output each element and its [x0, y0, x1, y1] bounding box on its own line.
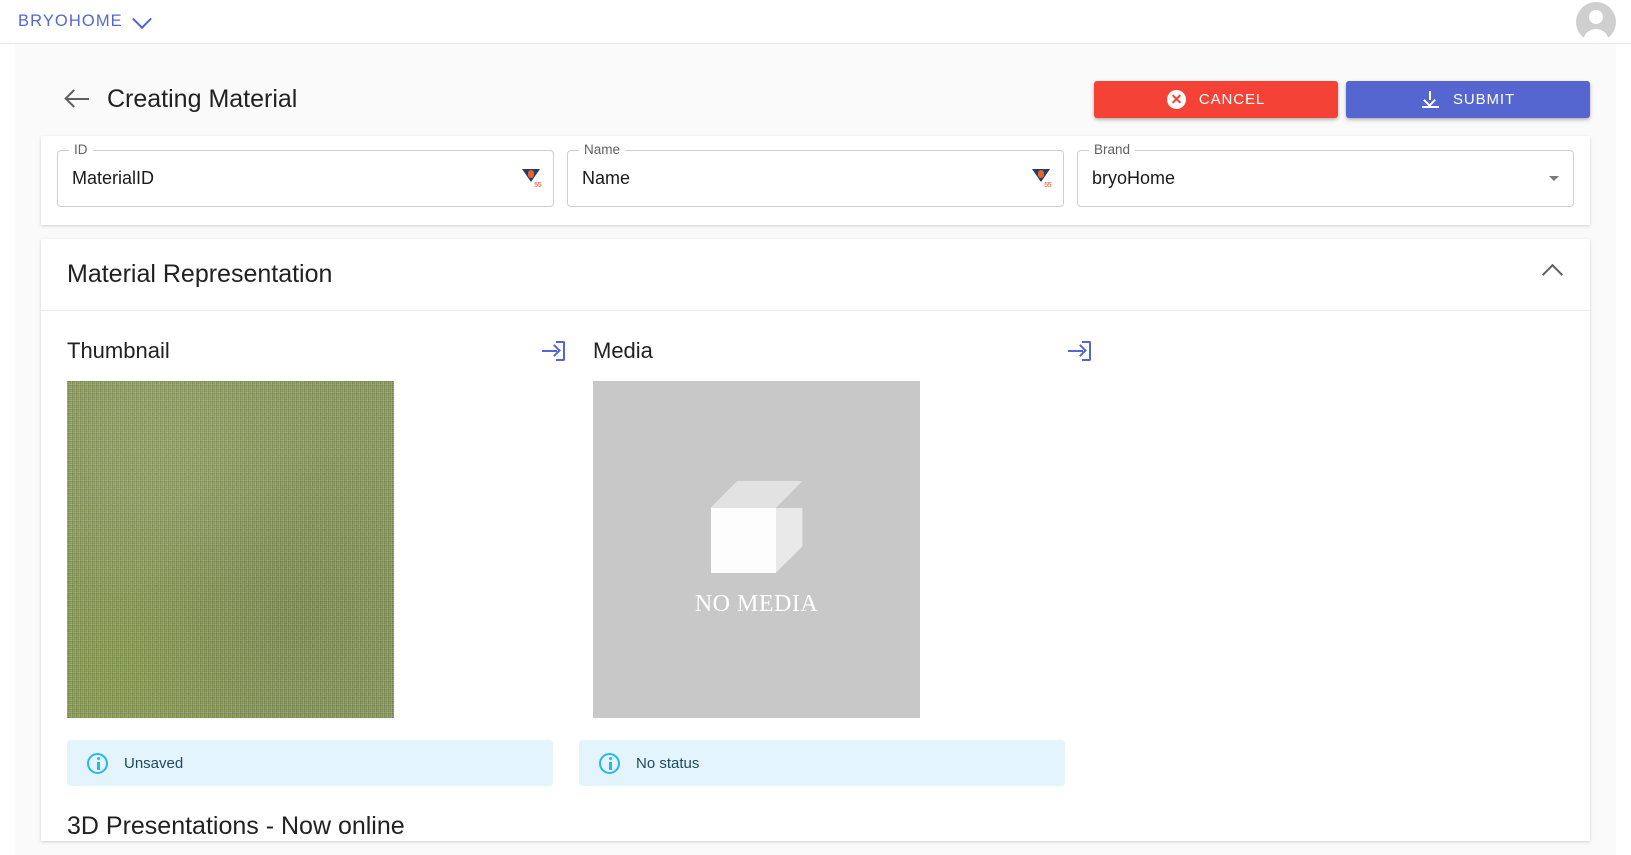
- section-title: Material Representation: [67, 260, 333, 288]
- submit-button[interactable]: SUBMIT: [1346, 80, 1590, 118]
- no-media-label: NO MEDIA: [694, 591, 819, 617]
- import-arrow-icon[interactable]: [1067, 338, 1093, 364]
- locale-flag-badge-number: 55: [534, 182, 541, 189]
- thumbnail-preview[interactable]: [67, 381, 394, 718]
- brand-label: BRYOHOME: [18, 12, 123, 30]
- avatar[interactable]: [1576, 2, 1616, 42]
- name-field-value: Name: [582, 168, 631, 188]
- thumbnail-title: Thumbnail: [67, 338, 170, 363]
- brand-select[interactable]: Brand bryoHome: [1077, 142, 1574, 207]
- cancel-circle-icon: [1166, 89, 1186, 109]
- thumbnail-column: Thumbnail: [67, 331, 567, 718]
- chevron-up-icon[interactable]: [1541, 263, 1564, 286]
- media-preview-placeholder[interactable]: NO MEDIA: [593, 381, 920, 718]
- material-representation-card: Material Representation Thumbnail Media …: [41, 239, 1590, 841]
- info-icon: [87, 752, 108, 774]
- media-status-text: No status: [636, 754, 700, 772]
- media-header: Media: [593, 331, 1093, 371]
- brand-menu-button[interactable]: BRYOHOME: [18, 8, 152, 31]
- status-alerts: Unsaved No status: [67, 740, 1564, 786]
- brand-select-label: Brand: [1089, 142, 1136, 157]
- media-title: Media: [593, 338, 653, 363]
- locale-flag-badge-number: 55: [1044, 182, 1051, 189]
- import-arrow-icon[interactable]: [541, 338, 567, 364]
- locale-flag-badge-icon[interactable]: 55: [522, 169, 541, 189]
- arrow-left-icon[interactable]: [65, 86, 91, 112]
- header-actions: CANCEL SUBMIT: [1094, 80, 1590, 118]
- id-field-value: MaterialID: [72, 168, 155, 188]
- material-representation-body: Thumbnail Media NO MEDIA Unsaved No stat…: [41, 311, 1590, 841]
- page-header: Creating Material CANCEL SUBMIT: [41, 70, 1590, 128]
- avatar-head-icon: [1589, 10, 1603, 24]
- name-field-label: Name: [579, 142, 626, 157]
- material-representation-header[interactable]: Material Representation: [41, 239, 1590, 311]
- material-fields-card: ID MaterialID 55 Name Name 55 Brand bryo…: [41, 136, 1590, 225]
- id-field[interactable]: ID MaterialID 55: [57, 142, 554, 207]
- download-icon: [1421, 90, 1440, 109]
- page-title: Creating Material: [107, 84, 298, 113]
- asset-row: Thumbnail Media NO MEDIA: [67, 331, 1564, 718]
- cancel-button-label: CANCEL: [1198, 90, 1266, 108]
- select-arrow-icon[interactable]: [1549, 176, 1559, 181]
- cancel-button[interactable]: CANCEL: [1094, 80, 1338, 118]
- thumbnail-header: Thumbnail: [67, 331, 567, 371]
- media-column: Media NO MEDIA: [593, 331, 1093, 718]
- info-icon: [599, 752, 620, 774]
- thumbnail-status-alert: Unsaved: [67, 740, 553, 786]
- presentations-subsection-title: 3D Presentations - Now online: [67, 812, 405, 840]
- app-bar: BRYOHOME: [0, 0, 1631, 44]
- thumbnail-status-text: Unsaved: [124, 754, 184, 772]
- id-field-label: ID: [69, 142, 93, 157]
- brand-select-value: bryoHome: [1092, 168, 1176, 188]
- media-status-alert: No status: [579, 740, 1065, 786]
- name-field[interactable]: Name Name 55: [567, 142, 1064, 207]
- avatar-body-icon: [1583, 29, 1609, 42]
- submit-button-label: SUBMIT: [1452, 90, 1516, 108]
- thumbnail-texture-grain: [67, 381, 394, 718]
- content-scroll-area: Creating Material CANCEL SUBMIT ID Mater…: [15, 44, 1616, 855]
- locale-flag-badge-icon[interactable]: 55: [1032, 169, 1051, 189]
- chevron-down-icon[interactable]: [131, 8, 152, 29]
- cube-3d-icon: [710, 481, 803, 573]
